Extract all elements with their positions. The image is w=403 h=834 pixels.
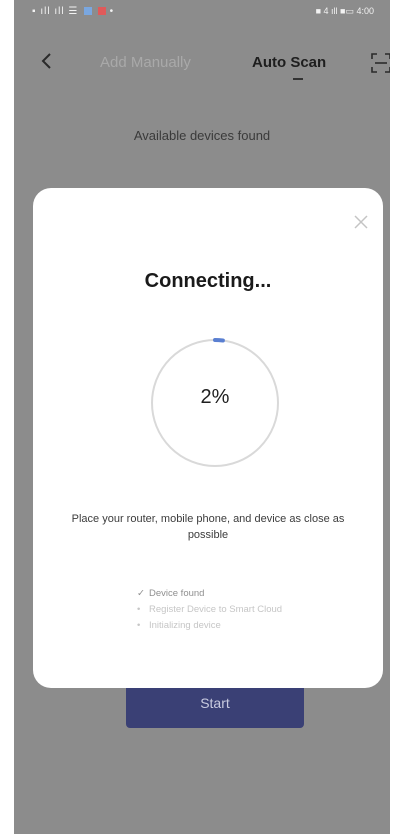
connecting-dialog: Connecting... 2% Place your router, mobi… <box>33 188 383 688</box>
back-arrow-icon[interactable] <box>38 50 56 72</box>
placement-hint: Place your router, mobile phone, and dev… <box>71 513 345 541</box>
step-initializing-device: • Initializing device <box>137 618 282 634</box>
dot-icon: • <box>109 6 115 17</box>
step-register-device: • Register Device to Smart Cloud <box>137 602 282 618</box>
phone-screen: ▪ ıll ıll ☰ • ■ 4 ıll ■▭ 4:00 Add Manual… <box>14 0 390 834</box>
step-label: Register Device to Smart Cloud <box>149 604 283 615</box>
app-notification-icon <box>97 7 106 16</box>
active-tab-indicator <box>293 78 303 80</box>
signal-icon: ▪ ıll ıll ☰ <box>32 6 79 17</box>
connection-steps: ✓ Device found • Register Device to Smart … <box>137 586 282 634</box>
step-device-found: ✓ Device found <box>137 586 282 602</box>
tab-auto-scan[interactable]: Auto Scan <box>252 54 326 71</box>
top-navigation: Add Manually Auto Scan <box>14 44 390 80</box>
checkmark-icon: ✓ <box>137 588 145 599</box>
tab-add-manually[interactable]: Add Manually <box>100 54 191 71</box>
bullet-icon: • <box>137 620 141 631</box>
step-label: Device found <box>149 588 205 599</box>
status-left-icons: ▪ ıll ıll ☰ • <box>32 6 114 17</box>
status-right-info: ■ 4 ıll ■▭ 4:00 <box>315 6 374 16</box>
scan-icon[interactable] <box>370 52 390 74</box>
bullet-icon: • <box>137 604 141 615</box>
devices-found-text: Available devices found <box>133 128 271 143</box>
progress-percentage: 2% <box>200 386 230 408</box>
step-label: Initializing device <box>149 620 221 631</box>
dialog-title: Connecting... <box>144 270 272 292</box>
close-icon[interactable] <box>353 214 369 230</box>
app-notification-icon <box>84 7 93 16</box>
status-bar: ▪ ıll ıll ☰ • ■ 4 ıll ■▭ 4:00 <box>14 0 390 26</box>
